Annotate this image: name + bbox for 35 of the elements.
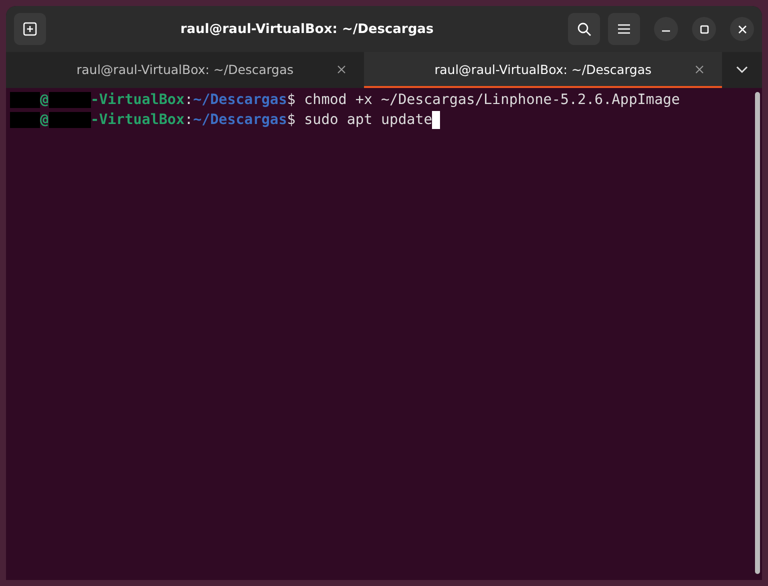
command-text: chmod +x ~/Descargas/Linphone-5.2.6.AppImage [303,91,680,110]
text-cursor [432,111,440,129]
scrollbar[interactable] [755,92,760,574]
new-tab-button[interactable] [14,13,46,45]
menu-icon [618,24,630,34]
prompt-path: ~/Descargas [193,111,288,130]
prompt-colon: : [184,91,194,110]
search-icon [576,22,592,36]
tab-label: raul@raul-VirtualBox: ~/Descargas [434,62,652,76]
redaction-block [48,112,91,128]
menu-button[interactable] [608,13,640,45]
prompt-host: -VirtualBox [90,111,185,130]
command-text: sudo apt update [303,111,432,130]
prompt-host: -VirtualBox [90,91,185,110]
prompt-dollar: $ [287,111,296,130]
prompt-at: @ [40,91,49,110]
redaction-block [10,92,40,108]
redaction-block [10,112,40,128]
chevron-down-icon[interactable] [736,66,748,74]
close-icon [738,24,746,34]
prompt-colon: : [184,111,194,130]
terminal-tab[interactable]: raul@raul-VirtualBox: ~/Descargas [364,52,722,88]
minimize-button[interactable] [654,17,678,41]
prompt-at: @ [40,111,49,130]
terminal-tab[interactable]: raul@raul-VirtualBox: ~/Descargas [6,52,364,88]
maximize-icon [700,24,708,34]
prompt-dollar: $ [287,91,296,110]
close-button[interactable] [730,17,754,41]
tab-label: raul@raul-VirtualBox: ~/Descargas [76,62,294,76]
redaction-block [48,92,91,108]
window-title: raul@raul-VirtualBox: ~/Descargas [179,22,435,36]
search-button[interactable] [568,13,600,45]
maximize-button[interactable] [692,17,716,41]
plus-square-icon [23,22,37,36]
prompt-path: ~/Descargas [193,91,288,110]
